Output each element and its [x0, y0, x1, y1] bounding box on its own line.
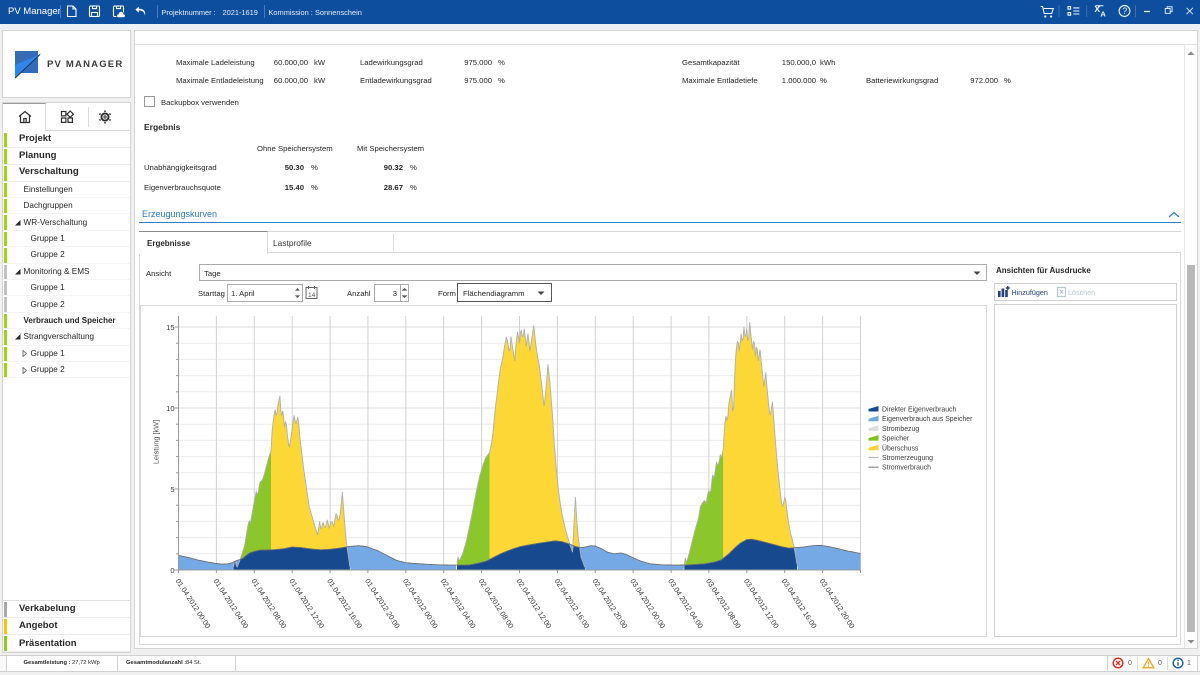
- svg-text:01.04.2012 16:00: 01.04.2012 16:00: [325, 577, 364, 630]
- svg-text:0: 0: [170, 566, 174, 575]
- svg-text:03.04.2012 00:00: 03.04.2012 00:00: [628, 577, 667, 630]
- svg-text:03.04.2012 08:00: 03.04.2012 08:00: [704, 577, 743, 630]
- svg-text:14: 14: [308, 292, 316, 299]
- svg-text:Direkter Eigenverbrauch: Direkter Eigenverbrauch: [882, 407, 956, 414]
- svg-text:Überschuss: Überschuss: [882, 444, 919, 452]
- svg-text:01.04.2012 20:00: 01.04.2012 20:00: [363, 577, 402, 630]
- svg-text:03.04.2012 04:00: 03.04.2012 04:00: [666, 577, 705, 630]
- svg-text:02.04.2012 16:00: 02.04.2012 16:00: [552, 577, 591, 630]
- svg-text:01.04.2012 04:00: 01.04.2012 04:00: [211, 577, 250, 630]
- svg-text:10: 10: [166, 404, 174, 413]
- svg-text:01.04.2012 08:00: 01.04.2012 08:00: [249, 577, 288, 630]
- svg-text:03.04.2012 12:00: 03.04.2012 12:00: [741, 577, 780, 630]
- svg-text:02.04.2012 08:00: 02.04.2012 08:00: [476, 577, 515, 630]
- svg-text:Stromerzeugung: Stromerzeugung: [882, 455, 933, 462]
- svg-text:02.04.2012 04:00: 02.04.2012 04:00: [438, 577, 477, 630]
- svg-text:Speicher: Speicher: [882, 436, 910, 443]
- svg-text:?: ?: [1122, 6, 1127, 16]
- svg-text:5: 5: [170, 485, 174, 494]
- svg-text:03.04.2012 20:00: 03.04.2012 20:00: [817, 577, 856, 630]
- svg-text:01.04.2012 00:00: 01.04.2012 00:00: [173, 577, 212, 630]
- svg-text:01.04.2012 12:00: 01.04.2012 12:00: [287, 577, 326, 630]
- svg-text:02.04.2012 00:00: 02.04.2012 00:00: [400, 577, 439, 630]
- svg-text:15: 15: [166, 323, 174, 332]
- svg-text:Stromverbrauch: Stromverbrauch: [882, 465, 931, 472]
- svg-text:Eigenverbrauch aus Speicher: Eigenverbrauch aus Speicher: [882, 416, 973, 423]
- svg-text:Strombezug: Strombezug: [882, 426, 919, 433]
- svg-text:A: A: [1100, 10, 1106, 19]
- svg-text:Leistung [kW]: Leistung [kW]: [151, 420, 160, 464]
- svg-text:02.04.2012 20:00: 02.04.2012 20:00: [590, 577, 629, 630]
- svg-text:03.04.2012 16:00: 03.04.2012 16:00: [779, 577, 818, 630]
- svg-text:02.04.2012 12:00: 02.04.2012 12:00: [514, 577, 553, 630]
